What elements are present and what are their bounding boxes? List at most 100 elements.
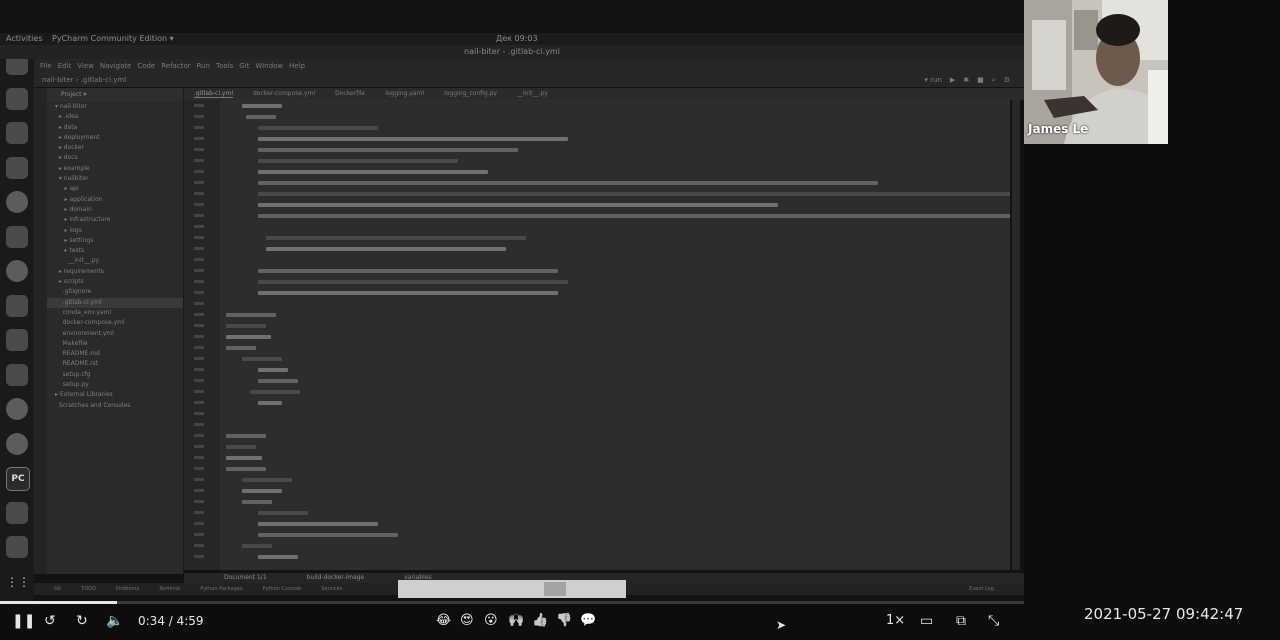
chrome-icon[interactable] (6, 260, 28, 282)
camera-icon[interactable] (6, 398, 28, 420)
text-editor-icon[interactable] (6, 329, 28, 351)
menu-item[interactable]: Help (289, 62, 305, 70)
terminal-icon[interactable] (6, 122, 28, 144)
tool-window-button[interactable]: Terminal (159, 586, 180, 592)
pause-icon[interactable]: ❚❚ (12, 612, 35, 630)
reaction-button[interactable]: 😂 (436, 612, 451, 630)
tree-item[interactable]: README.md (47, 349, 183, 359)
breadcrumb[interactable]: nail-biter › .gitlab-ci.yml (42, 76, 126, 84)
browser-icon[interactable] (6, 87, 28, 110)
tree-item[interactable]: environment.yml (47, 329, 183, 339)
pycharm-icon[interactable]: PC (6, 467, 30, 491)
reaction-button[interactable]: 😮 (484, 612, 498, 630)
tree-item[interactable]: Scratches and Consoles (47, 401, 183, 411)
editor-tab[interactable]: Dockerfile (335, 90, 365, 97)
project-tool-strip[interactable] (34, 88, 47, 574)
tree-item[interactable]: ▸ requirements (47, 267, 183, 277)
menu-item[interactable]: Window (255, 62, 283, 70)
breadcrumb-item[interactable]: Document 1/1 (224, 574, 267, 581)
run-config-select[interactable]: ▾ run (924, 73, 942, 87)
calendar-icon[interactable] (6, 363, 28, 386)
reaction-button[interactable]: 😍 (460, 612, 474, 630)
tree-item[interactable]: ▾ nail-biter (47, 102, 183, 112)
tree-item[interactable]: .gitignore (47, 287, 183, 297)
forward-10-icon[interactable]: ↻ (76, 612, 88, 630)
tree-item[interactable]: setup.cfg (47, 370, 183, 380)
menu-item[interactable]: Run (197, 62, 210, 70)
notification-popup[interactable] (398, 580, 626, 598)
tree-item[interactable]: ▸ tests (47, 246, 183, 256)
picture-in-picture-icon[interactable]: ⧉ (956, 612, 966, 630)
menu-item[interactable]: Edit (58, 62, 72, 70)
playback-speed[interactable]: 1× (886, 612, 905, 630)
tree-item[interactable]: setup.py (47, 380, 183, 390)
vscode-icon[interactable] (6, 536, 28, 558)
tool-window-button[interactable]: Problems (116, 586, 139, 592)
editor-tab[interactable]: logging_config.py (444, 90, 497, 97)
tool-window-button[interactable]: Services (321, 586, 342, 592)
editor-tab[interactable]: __init__.py (517, 90, 548, 97)
tree-item[interactable]: ▸ api (47, 184, 183, 194)
app-menu[interactable]: PyCharm Community Edition ▾ (52, 33, 174, 45)
settings-icon[interactable]: ⚙ (1004, 73, 1010, 87)
menu-item[interactable]: Refactor (161, 62, 190, 70)
tree-item[interactable]: README.rst (47, 359, 183, 369)
project-panel-header[interactable]: Project ▾ (47, 88, 183, 102)
event-log-button[interactable]: Event Log (969, 583, 994, 595)
settings-icon[interactable] (6, 501, 28, 524)
tool-window-button[interactable]: TODO (81, 586, 96, 592)
menu-item[interactable]: Tools (216, 62, 233, 70)
tree-item[interactable]: ▸ logs (47, 226, 183, 236)
breadcrumb-item[interactable]: build-docker-image (307, 574, 365, 581)
tree-item[interactable]: ▸ deployment (47, 133, 183, 143)
debug-icon[interactable]: ✱ (963, 73, 969, 87)
tool-window-button[interactable]: Python Packages (200, 586, 242, 592)
theater-mode-icon[interactable]: ▭ (920, 612, 933, 630)
editor-tab[interactable]: docker-compose.yml (253, 90, 315, 97)
run-icon[interactable]: ▶ (950, 73, 955, 87)
menu-item[interactable]: View (77, 62, 94, 70)
tree-item[interactable]: ▸ example (47, 164, 183, 174)
tree-item[interactable]: ▸ docker (47, 143, 183, 153)
editor-tab[interactable]: .gitlab-ci.yml (194, 90, 233, 98)
disk-icon[interactable] (6, 191, 28, 213)
reaction-button[interactable]: 💬 (580, 612, 596, 630)
volume-icon[interactable]: 🔈 (106, 612, 123, 630)
tree-item[interactable]: ▸ data (47, 123, 183, 133)
menu-item[interactable]: Git (239, 62, 249, 70)
tree-item[interactable]: ▸ application (47, 195, 183, 205)
tool-window-button[interactable]: Git (54, 586, 61, 592)
tree-item[interactable]: ▸ .idea (47, 112, 183, 122)
editor-tab[interactable]: logging.yaml (385, 90, 424, 97)
tree-item[interactable]: ▸ External Libraries (47, 390, 183, 400)
menu-item[interactable]: Navigate (100, 62, 131, 70)
activities-button[interactable]: Activities (6, 33, 43, 45)
tree-item[interactable]: docker-compose.yml (47, 318, 183, 328)
tool-window-button[interactable]: Python Console (262, 586, 301, 592)
reaction-button[interactable]: 🙌 (508, 612, 524, 630)
menu-item[interactable]: File (40, 62, 52, 70)
tree-item[interactable]: conda_env.yaml (47, 308, 183, 318)
tree-item[interactable]: ▸ settings (47, 236, 183, 246)
slack-icon[interactable] (6, 225, 28, 248)
tree-item[interactable]: ▸ infrastructure (47, 215, 183, 225)
monitor-icon[interactable] (6, 294, 28, 317)
editor-scrollbar[interactable] (1012, 100, 1020, 570)
tree-item[interactable]: .gitlab-ci.yml (47, 297, 183, 308)
apps-grid-icon[interactable]: ⋮⋮ (6, 571, 30, 593)
reaction-button[interactable]: 👎 (556, 612, 572, 630)
tree-item[interactable]: Makefile (47, 339, 183, 349)
gimp-icon[interactable] (6, 156, 28, 179)
fullscreen-exit-icon[interactable]: ⤡ (988, 612, 999, 630)
tree-item[interactable]: ▸ domain (47, 205, 183, 215)
tree-item[interactable]: ▸ docs (47, 153, 183, 163)
tree-item[interactable]: ▸ scripts (47, 277, 183, 287)
rewind-10-icon[interactable]: ↺ (44, 612, 56, 630)
search-icon[interactable]: ⌕ (992, 73, 996, 87)
tree-item[interactable]: __init__.py (47, 256, 183, 266)
code-editor[interactable] (220, 100, 1010, 570)
stop-icon[interactable]: ■ (977, 73, 984, 87)
tree-item[interactable]: ▾ nailbiter (47, 174, 183, 184)
globe-icon[interactable] (6, 432, 28, 455)
menu-item[interactable]: Code (137, 62, 155, 70)
